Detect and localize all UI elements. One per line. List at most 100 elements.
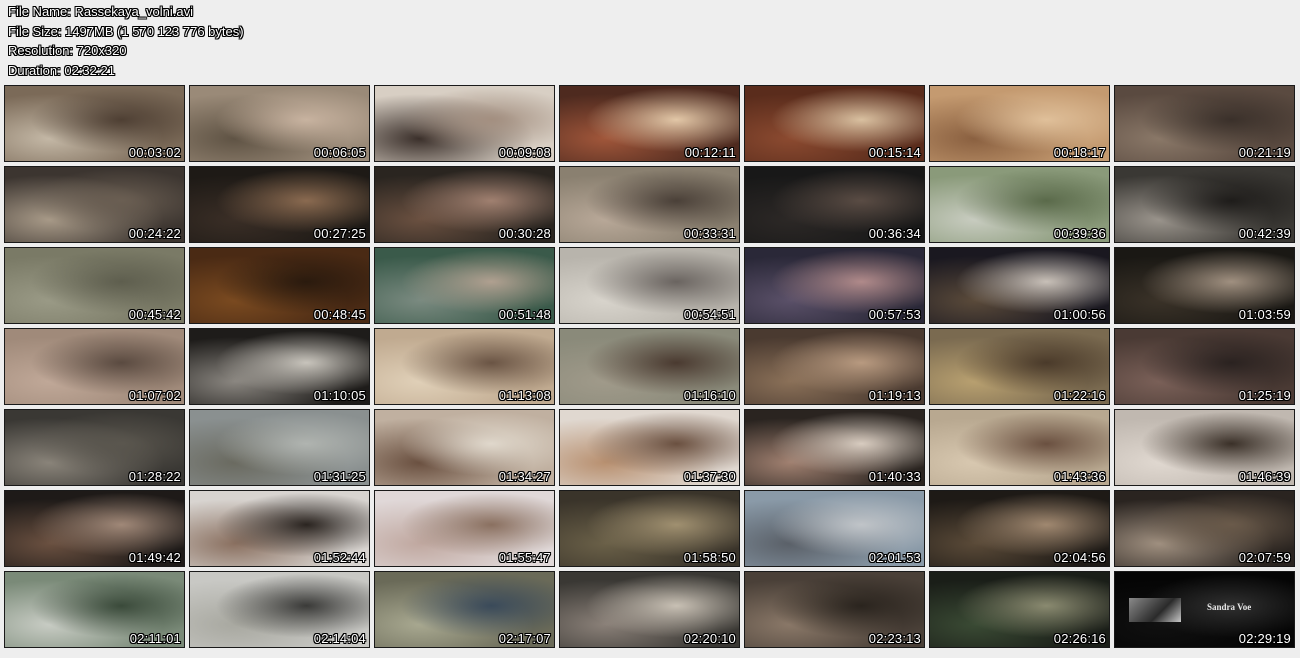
video-thumbnail: 02:20:10 bbox=[559, 571, 740, 648]
thumbnail-timestamp: 02:14:04 bbox=[313, 631, 366, 646]
video-thumbnail: 01:25:19 bbox=[1114, 328, 1295, 405]
video-thumbnail: 00:03:02 bbox=[4, 85, 185, 162]
thumbnail-timestamp: 01:52:44 bbox=[313, 550, 366, 565]
video-thumbnail: 00:06:05 bbox=[189, 85, 370, 162]
video-thumbnail: 02:17:07 bbox=[374, 571, 555, 648]
thumbnail-timestamp: 02:04:56 bbox=[1053, 550, 1106, 565]
thumbnail-timestamp: 01:00:56 bbox=[1053, 307, 1106, 322]
thumbnail-timestamp: 00:06:05 bbox=[313, 145, 366, 160]
credit-inset-image bbox=[1129, 598, 1181, 622]
file-name-text: File Name: Rassekaya_volni.avi bbox=[8, 4, 193, 19]
thumbnail-timestamp: 01:16:10 bbox=[683, 388, 736, 403]
video-thumbnail: 00:30:28 bbox=[374, 166, 555, 243]
video-thumbnail: 01:52:44 bbox=[189, 490, 370, 567]
thumbnail-timestamp: 01:49:42 bbox=[128, 550, 181, 565]
video-thumbnail: 00:09:08 bbox=[374, 85, 555, 162]
thumbnail-timestamp: 00:33:31 bbox=[683, 226, 736, 241]
video-thumbnail: 02:14:04 bbox=[189, 571, 370, 648]
file-info-header: File Name: Rassekaya_volni.avi File Size… bbox=[8, 2, 244, 80]
thumbnail-timestamp: 00:24:22 bbox=[128, 226, 181, 241]
thumbnail-timestamp: 00:57:53 bbox=[868, 307, 921, 322]
thumbnail-timestamp: 01:58:50 bbox=[683, 550, 736, 565]
video-thumbnail: Sandra Voe 02:29:19 bbox=[1114, 571, 1295, 648]
video-thumbnail: 01:07:02 bbox=[4, 328, 185, 405]
video-thumbnail: 01:34:27 bbox=[374, 409, 555, 486]
thumbnail-timestamp: 01:03:59 bbox=[1238, 307, 1291, 322]
thumbnail-timestamp: 00:27:25 bbox=[313, 226, 366, 241]
resolution-text: Resolution: 720x320 bbox=[8, 43, 127, 58]
video-thumbnail: 02:23:13 bbox=[744, 571, 925, 648]
video-thumbnail: 01:40:33 bbox=[744, 409, 925, 486]
credit-text: Sandra Voe bbox=[1207, 602, 1252, 612]
thumbnail-timestamp: 01:10:05 bbox=[313, 388, 366, 403]
video-thumbnail: 00:15:14 bbox=[744, 85, 925, 162]
thumbnail-timestamp: 00:39:36 bbox=[1053, 226, 1106, 241]
thumbnail-timestamp: 00:03:02 bbox=[128, 145, 181, 160]
video-thumbnail: 00:42:39 bbox=[1114, 166, 1295, 243]
video-thumbnail: 00:24:22 bbox=[4, 166, 185, 243]
thumbnail-timestamp: 01:19:13 bbox=[868, 388, 921, 403]
thumbnail-timestamp: 00:45:42 bbox=[128, 307, 181, 322]
thumbnail-timestamp: 02:01:53 bbox=[868, 550, 921, 565]
video-thumbnail: 01:22:16 bbox=[929, 328, 1110, 405]
video-thumbnail: 01:43:36 bbox=[929, 409, 1110, 486]
thumbnail-timestamp: 02:23:13 bbox=[868, 631, 921, 646]
thumbnail-timestamp: 02:11:01 bbox=[129, 631, 181, 646]
thumbnail-timestamp: 00:18:17 bbox=[1053, 145, 1106, 160]
video-thumbnail: 01:10:05 bbox=[189, 328, 370, 405]
thumbnail-timestamp: 01:31:25 bbox=[313, 469, 366, 484]
duration-text: Duration: 02:32:21 bbox=[8, 62, 115, 78]
video-thumbnail: 01:03:59 bbox=[1114, 247, 1295, 324]
file-size-text: File Size: 1497MB (1 570 123 776 bytes) bbox=[8, 23, 244, 39]
thumbnail-timestamp: 00:12:11 bbox=[684, 145, 736, 160]
video-thumbnail: 00:12:11 bbox=[559, 85, 740, 162]
thumbnail-timestamp: 01:22:16 bbox=[1053, 388, 1106, 403]
thumbnail-timestamp: 01:43:36 bbox=[1053, 469, 1106, 484]
thumbnail-timestamp: 00:54:51 bbox=[683, 307, 736, 322]
video-thumbnail: 00:33:31 bbox=[559, 166, 740, 243]
thumbnail-timestamp: 00:15:14 bbox=[868, 145, 921, 160]
video-thumbnail: 01:19:13 bbox=[744, 328, 925, 405]
thumbnail-timestamp: 00:42:39 bbox=[1238, 226, 1291, 241]
thumbnail-timestamp: 00:09:08 bbox=[498, 145, 551, 160]
video-thumbnail: 01:49:42 bbox=[4, 490, 185, 567]
video-thumbnail: 01:00:56 bbox=[929, 247, 1110, 324]
thumbnail-timestamp: 00:30:28 bbox=[498, 226, 551, 241]
thumbnail-timestamp: 02:07:59 bbox=[1238, 550, 1291, 565]
video-thumbnail: 00:48:45 bbox=[189, 247, 370, 324]
thumbnail-timestamp: 01:46:39 bbox=[1238, 469, 1291, 484]
video-thumbnail: 01:58:50 bbox=[559, 490, 740, 567]
thumbnail-timestamp: 01:13:08 bbox=[498, 388, 551, 403]
video-thumbnail: 02:26:16 bbox=[929, 571, 1110, 648]
video-thumbnail: 00:51:48 bbox=[374, 247, 555, 324]
video-thumbnail: 01:31:25 bbox=[189, 409, 370, 486]
thumbnail-timestamp: 00:36:34 bbox=[868, 226, 921, 241]
video-thumbnail: 01:13:08 bbox=[374, 328, 555, 405]
thumbnail-timestamp: 02:20:10 bbox=[683, 631, 736, 646]
thumbnail-timestamp: 02:26:16 bbox=[1053, 631, 1106, 646]
thumbnail-timestamp: 01:34:27 bbox=[498, 469, 551, 484]
thumbnail-timestamp: 01:40:33 bbox=[868, 469, 921, 484]
video-thumbnail: 01:46:39 bbox=[1114, 409, 1295, 486]
video-thumbnail: 00:57:53 bbox=[744, 247, 925, 324]
video-thumbnail: 02:07:59 bbox=[1114, 490, 1295, 567]
video-thumbnail: 02:11:01 bbox=[4, 571, 185, 648]
thumbnail-timestamp: 00:48:45 bbox=[313, 307, 366, 322]
thumbnail-timestamp: 01:07:02 bbox=[128, 388, 181, 403]
thumbnail-timestamp: 01:55:47 bbox=[498, 550, 551, 565]
video-thumbnail: 01:28:22 bbox=[4, 409, 185, 486]
thumbnail-timestamp: 02:29:19 bbox=[1238, 631, 1291, 646]
video-thumbnail: 01:37:30 bbox=[559, 409, 740, 486]
video-thumbnail: 00:36:34 bbox=[744, 166, 925, 243]
thumbnail-timestamp: 02:17:07 bbox=[498, 631, 551, 646]
video-thumbnail: 01:55:47 bbox=[374, 490, 555, 567]
video-thumbnail: 00:18:17 bbox=[929, 85, 1110, 162]
video-thumbnail: 00:21:19 bbox=[1114, 85, 1295, 162]
thumbnail-timestamp: 01:28:22 bbox=[128, 469, 181, 484]
video-thumbnail: 00:45:42 bbox=[4, 247, 185, 324]
video-thumbnail: 00:54:51 bbox=[559, 247, 740, 324]
thumbnail-timestamp: 00:51:48 bbox=[498, 307, 551, 322]
video-thumbnail: 00:27:25 bbox=[189, 166, 370, 243]
video-thumbnail: 02:01:53 bbox=[744, 490, 925, 567]
video-thumbnail: 00:39:36 bbox=[929, 166, 1110, 243]
